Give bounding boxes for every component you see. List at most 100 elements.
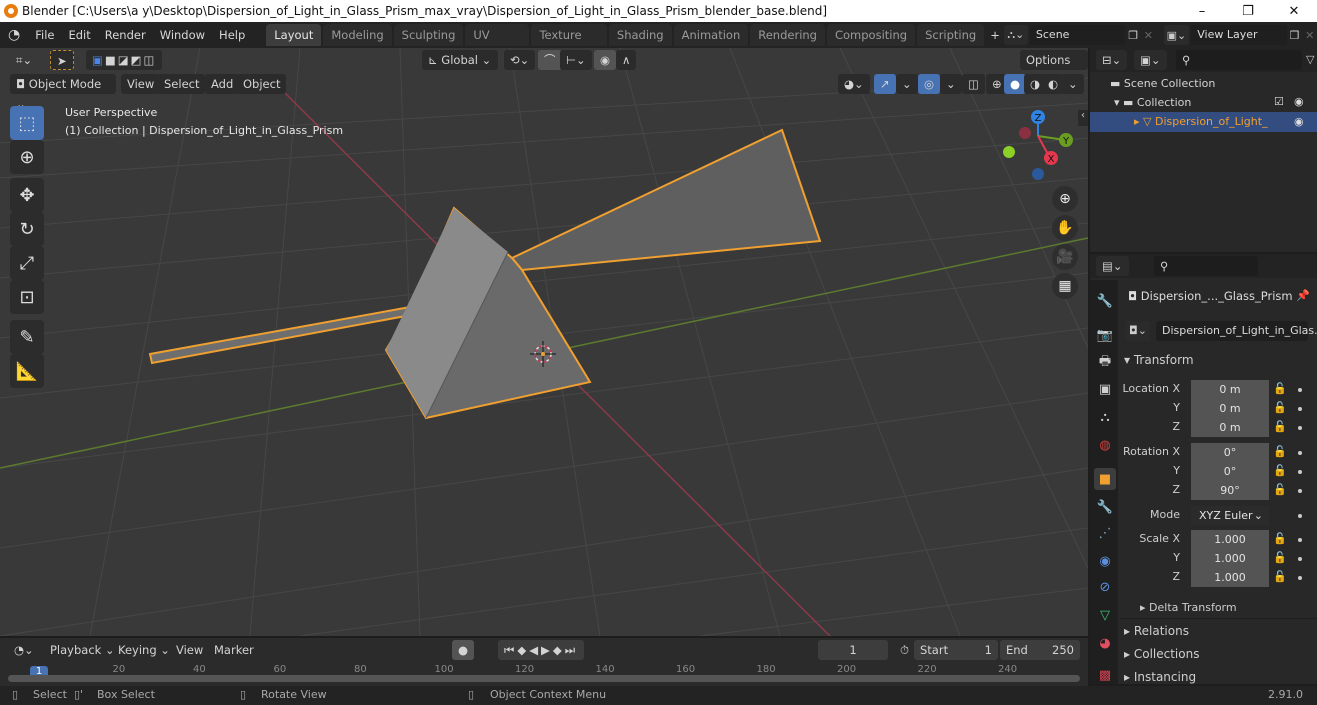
playback-controls[interactable]: ⏮◆◀▶◆⏭ (498, 640, 585, 660)
scale-x-keyframe[interactable] (1298, 538, 1302, 542)
tab-animation[interactable]: Animation (673, 24, 749, 46)
collections-panel-header[interactable]: ▸ Collections (1124, 647, 1199, 661)
menu-help[interactable]: Help (212, 24, 252, 46)
location-x-keyframe[interactable] (1298, 388, 1302, 392)
start-frame-field[interactable]: Start 1 (914, 640, 998, 660)
properties-editor-type-icon[interactable]: ▤⌄ (1096, 256, 1129, 276)
measure-tool-icon[interactable]: 📐 (10, 354, 44, 388)
scale-z-lock-icon[interactable]: 🔓 (1273, 570, 1287, 583)
ortho-toggle-icon[interactable]: ▦ (1052, 273, 1078, 299)
menu-view[interactable]: View (121, 74, 161, 94)
mode-dropdown[interactable]: ◘ Object Mode ⌄ (10, 74, 116, 111)
scale-tool-icon[interactable]: ⤢ (10, 246, 44, 280)
rotation-y-lock-icon[interactable]: 🔓 (1273, 464, 1287, 477)
annotate-tool-icon[interactable]: ✎ (10, 320, 44, 354)
menu-window[interactable]: Window (153, 24, 212, 46)
blender-menu-icon[interactable]: ◔ (0, 24, 28, 46)
scale-z-keyframe[interactable] (1298, 576, 1302, 580)
filter-icon[interactable]: ▽ (1306, 53, 1314, 66)
outliner-search-input[interactable]: ⚲ (1176, 50, 1302, 70)
maximize-button[interactable]: ❐ (1225, 0, 1271, 22)
end-frame-field[interactable]: End 250 (1000, 640, 1080, 660)
zoom-view-icon[interactable]: ⊕ (1052, 186, 1078, 212)
tab-sculpting[interactable]: Sculpting (393, 24, 464, 46)
location-y-lock-icon[interactable]: 🔓 (1273, 401, 1287, 414)
object-visibility-icon[interactable]: ◉ (1294, 115, 1304, 128)
tab-shading[interactable]: Shading (608, 24, 672, 46)
rotation-x-lock-icon[interactable]: 🔓 (1273, 445, 1287, 458)
select-box-tool-icon[interactable]: ⬚ (10, 106, 44, 140)
gizmo-neg-z[interactable] (1032, 168, 1044, 180)
rotation-z-keyframe[interactable] (1298, 489, 1302, 493)
data-type-icon[interactable]: ◘⌄ (1126, 321, 1150, 341)
menu-file[interactable]: File (28, 24, 61, 46)
minimize-button[interactable]: – (1179, 0, 1225, 22)
xray-toggle-icon[interactable]: ◫ (962, 74, 985, 94)
view-layer-selector-icon[interactable]: ▣⌄ (1163, 25, 1190, 45)
location-y-field[interactable]: 0 m (1191, 399, 1269, 418)
add-workspace-button[interactable]: + (986, 24, 1004, 46)
tool-tab-icon[interactable]: 🔧 (1094, 290, 1116, 312)
overlay-toggle-icon[interactable]: ◎ (918, 74, 941, 94)
data-tab-icon[interactable]: ▽ (1094, 604, 1116, 626)
collection-row[interactable]: ▾ ▬ Collection (1114, 96, 1191, 109)
shading-rendered-icon[interactable]: ◐ (1042, 74, 1065, 94)
timeline-editor-type-icon[interactable]: ◔⌄ (8, 640, 40, 660)
collection-visibility-icon[interactable]: ◉ (1294, 95, 1304, 108)
rotation-z-field[interactable]: 90° (1191, 481, 1269, 500)
gizmo-neg-y[interactable] (1003, 146, 1015, 158)
collection-checkbox[interactable]: ☑ (1274, 95, 1284, 108)
transform-orientation-dropdown[interactable]: ⊾ Global ⌄ (422, 50, 498, 70)
scale-y-field[interactable]: 1.000 (1191, 549, 1269, 568)
outliner-editor-type-icon[interactable]: ⊟⌄ (1096, 50, 1128, 70)
overlay-dropdown-icon[interactable]: ⌄ (940, 74, 962, 94)
scale-y-lock-icon[interactable]: 🔓 (1273, 551, 1287, 564)
display-mode-icon[interactable]: ▣⌄ (1134, 50, 1167, 70)
scene-name-field[interactable]: Scene (1029, 25, 1126, 45)
rotation-x-keyframe[interactable] (1298, 451, 1302, 455)
rotation-x-field[interactable]: 0° (1191, 443, 1269, 462)
playback-menu[interactable]: Playback ⌄ (44, 640, 121, 660)
close-button[interactable]: ✕ (1271, 0, 1317, 22)
rotation-y-field[interactable]: 0° (1191, 462, 1269, 481)
menu-select[interactable]: Select (158, 74, 206, 94)
move-tool-icon[interactable]: ✥ (10, 178, 44, 212)
cursor-tool-icon[interactable]: ⊕ (10, 140, 44, 174)
location-z-keyframe[interactable] (1298, 426, 1302, 430)
gizmo-dropdown-icon[interactable]: ⌄ (896, 74, 918, 94)
current-frame-field[interactable]: 1 (818, 640, 888, 660)
location-z-field[interactable]: 0 m (1191, 418, 1269, 437)
visibility-icon[interactable]: ◕⌄ (838, 74, 870, 94)
camera-view-icon[interactable]: 🎥 (1052, 244, 1078, 270)
3d-viewport[interactable]: Z Y X ⌗⌄ ➤ ▣■◪◩◫ ⊾ Global ⌄ ⟲⌄ ⌒ ⊢⌄ ◉ ∧ … (0, 48, 1088, 636)
pivot-point-icon[interactable]: ⟲⌄ (504, 50, 536, 70)
location-x-field[interactable]: 0 m (1191, 380, 1269, 399)
auto-keying-icon[interactable]: ● (452, 640, 475, 660)
scale-z-field[interactable]: 1.000 (1191, 568, 1269, 587)
delete-scene-icon[interactable]: ✕ (1141, 25, 1155, 45)
rotation-y-keyframe[interactable] (1298, 470, 1302, 474)
rotation-mode-dropdown[interactable]: XYZ Euler ⌄ (1191, 506, 1269, 525)
proportional-edit-icon[interactable]: ◉ (594, 50, 617, 70)
tab-layout[interactable]: Layout (266, 24, 322, 46)
timeline-scrollbar[interactable] (8, 675, 1080, 682)
scene-selector-icon[interactable]: ⛬⌄ (1003, 25, 1028, 45)
menu-add[interactable]: Add (205, 74, 240, 94)
menu-render[interactable]: Render (98, 24, 153, 46)
rotation-z-lock-icon[interactable]: 🔓 (1273, 483, 1287, 496)
scene-collection-row[interactable]: ▬ Scene Collection (1110, 77, 1215, 90)
gizmo-toggle-icon[interactable]: ↗ (874, 74, 896, 94)
menu-edit[interactable]: Edit (61, 24, 97, 46)
snap-toggle-icon[interactable]: ⌒ (538, 50, 562, 70)
tab-modeling[interactable]: Modeling (323, 24, 392, 46)
output-tab-icon[interactable]: 🖶 (1094, 352, 1116, 374)
snap-target-icon[interactable]: ⊢⌄ (560, 50, 592, 70)
tab-rendering[interactable]: Rendering (750, 24, 825, 46)
editor-type-button[interactable]: ⌗⌄ (10, 50, 38, 70)
new-view-layer-icon[interactable]: ❐ (1287, 25, 1303, 45)
render-tab-icon[interactable]: 📷 (1094, 324, 1116, 346)
falloff-icon[interactable]: ∧ (616, 50, 637, 70)
sidebar-toggle-icon[interactable]: ‹ (1078, 110, 1088, 126)
material-tab-icon[interactable]: ◕ (1094, 632, 1116, 654)
scale-y-keyframe[interactable] (1298, 557, 1302, 561)
